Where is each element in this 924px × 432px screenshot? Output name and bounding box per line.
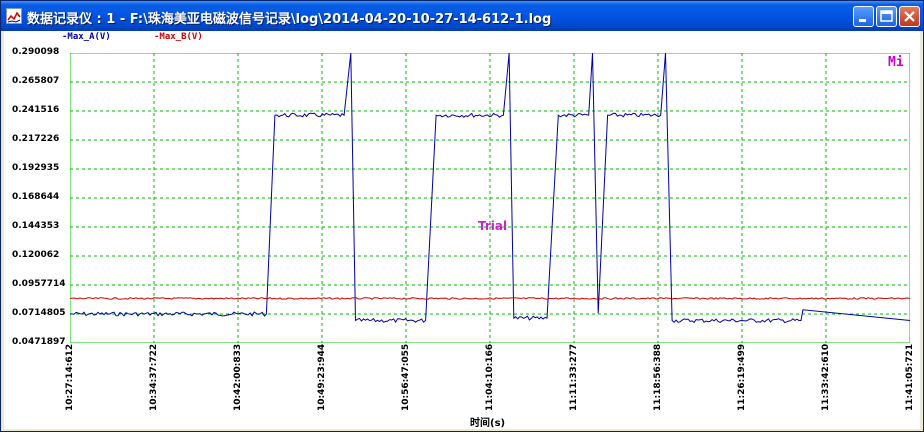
x-tick-label-wrap: 10:27:14:612 (65, 343, 82, 413)
y-tick-label: 0.217226 (12, 134, 60, 144)
x-tick-label: 10:49:23:944 (317, 343, 327, 411)
x-tick-label-wrap: 11:18:56:388 (653, 343, 670, 413)
y-tick-label: 0.144353 (12, 221, 60, 231)
x-tick-label: 11:04:10:166 (485, 343, 495, 411)
x-tick-label-wrap: 11:11:33:277 (569, 343, 586, 413)
y-tick-label: 0.0714805 (12, 308, 66, 318)
x-tick-label: 11:26:19:499 (737, 343, 747, 411)
close-button[interactable] (899, 6, 920, 27)
legend-series-a: -Max_A(V) (62, 32, 111, 42)
close-icon (904, 11, 915, 22)
maximize-button[interactable] (876, 6, 897, 27)
x-tick-label-wrap: 10:56:47:055 (401, 343, 418, 413)
y-tick-label: 0.265807 (12, 76, 60, 86)
y-tick-label: 0.241516 (12, 105, 60, 115)
x-tick-label: 10:34:37:722 (149, 343, 159, 411)
x-tick-label: 10:42:00:833 (233, 343, 243, 411)
minimize-icon (859, 19, 866, 22)
x-tick-label-wrap: 10:42:00:833 (233, 343, 250, 413)
y-tick-label: 0.290098 (12, 47, 60, 57)
y-tick-label: 0.120062 (12, 250, 60, 260)
x-axis-title: 时间(s) (470, 418, 506, 429)
x-tick-label-wrap: 10:49:23:944 (317, 343, 334, 413)
y-tick-label: 0.168644 (12, 192, 60, 202)
chart-app-icon[interactable] (6, 8, 22, 24)
title-bar[interactable]: 数据记录仪 : 1 - F:\珠海美亚电磁波信号记录\log\2014-04-2… (1, 1, 923, 31)
x-tick-label-wrap: 10:34:37:722 (149, 343, 166, 413)
x-tick-label: 11:11:33:277 (569, 343, 579, 411)
corner-mark: Mi (888, 55, 904, 70)
minimize-button[interactable] (853, 6, 874, 27)
line-chart[interactable] (70, 53, 910, 343)
x-tick-label: 10:27:14:612 (65, 343, 75, 411)
y-tick-label: 0.0471897 (12, 337, 66, 347)
window-title: 数据记录仪 : 1 - F:\珠海美亚电磁波信号记录\log\2014-04-2… (27, 12, 552, 27)
y-tick-label: 0.0957714 (12, 279, 66, 289)
x-tick-label-wrap: 11:26:19:499 (737, 343, 754, 413)
x-tick-label-wrap: 11:41:05:721 (905, 343, 922, 413)
maximize-icon (880, 10, 893, 22)
y-tick-label: 0.192935 (12, 163, 60, 173)
x-tick-label-wrap: 11:33:42:610 (821, 343, 838, 413)
legend-series-b: -Max_B(V) (154, 32, 203, 42)
chart-area: -Max_A(V) -Max_B(V) 0.290098 0.265807 0.24… (4, 31, 920, 429)
x-tick-label: 11:41:05:721 (905, 343, 915, 411)
x-tick-label: 11:18:56:388 (653, 343, 663, 411)
trial-watermark: Trial (478, 219, 508, 233)
x-tick-label-wrap: 11:04:10:166 (485, 343, 502, 413)
x-tick-label: 11:33:42:610 (821, 343, 831, 411)
app-window: 数据记录仪 : 1 - F:\珠海美亚电磁波信号记录\log\2014-04-2… (0, 0, 924, 432)
x-tick-label: 10:56:47:055 (401, 343, 411, 411)
